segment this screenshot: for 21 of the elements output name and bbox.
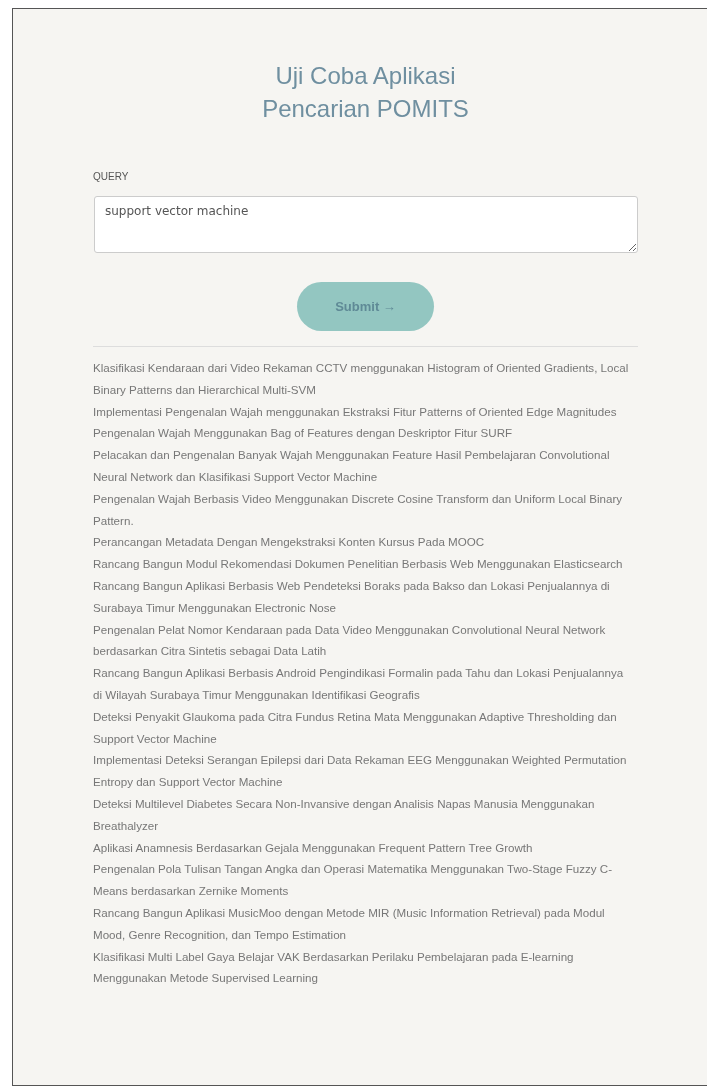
query-field[interactable]: support vector machine — [94, 196, 638, 253]
result-title[interactable]: Aplikasi Anamnesis Berdasarkan Gejala Menggunakan Frequent Pattern Tree Growth — [93, 836, 633, 859]
result-title[interactable]: Pengenalan Pelat Nomor Kendaraan pada Data Video Menggunakan Convolutional Neural Network berdasarkan Citra Sintetis sebagai Data Latih — [93, 618, 633, 663]
result-title[interactable]: Pelacakan dan Pengenalan Banyak Wajah Menggunakan Feature Hasil Pembelajaran Convolutional Neural Network dan Klasifikasi Support Vector Machine — [93, 444, 633, 488]
result-title[interactable]: Pengenalan Pola Tulisan Tangan Angka dan Operasi Matematika Menggunakan Two-Stage Fuzzy C-Means berdasarkan Zernike Moments — [93, 858, 633, 902]
query-label: QUERY — [93, 171, 129, 182]
result-title[interactable]: Implementasi Deteksi Serangan Epilepsi dari Data Rekaman EEG Menggunakan Weighted Permutation Entropy dan Support Vector Machine — [93, 749, 633, 793]
result-title[interactable]: Deteksi Multilevel Diabetes Secara Non-Invansive dengan Analisis Napas Manusia Menggunakan Breathalyzer — [93, 792, 633, 837]
result-title[interactable]: Perancangan Metadata Dengan Mengekstraksi Konten Kursus Pada MOOC — [93, 531, 633, 554]
result-title[interactable]: Pengenalan Wajah Menggunakan Bag of Features dengan Deskriptor Fitur SURF — [93, 422, 633, 445]
result-title[interactable]: Rancang Bangun Aplikasi Berbasis Web Pendeteksi Boraks pada Bakso dan Lokasi Penjualannya di Surabaya Timur Menggunakan Electronic Nose — [93, 574, 633, 619]
page-title: Pencarian POMITS — [262, 94, 469, 124]
result-title[interactable]: Rancang Bangun Aplikasi MusicMoo dengan Metode MIR (Music Information Retrieval) pada Modul Mood, Genre Recognition, dan Tempo Estimation — [93, 901, 633, 946]
result-title[interactable]: Rancang Bangun Aplikasi Berbasis Android Pengindikasi Formalin pada Tahu dan Lokasi Penjualannya di Wilayah Surabaya Timur Menggunakan Identifikasi Geografis — [93, 662, 633, 706]
result-title[interactable]: Deteksi Penyakit Glaukoma pada Citra Fundus Retina Mata Menggunakan Adaptive Thresholding dan Support Vector Machine — [93, 705, 633, 750]
page-title: Uji Coba Aplikasi — [275, 61, 456, 91]
result-title[interactable]: Klasifikasi Kendaraan dari Video Rekaman CCTV menggunakan Histogram of Oriented Gradients, Local Binary Patterns dan Hierarchical Multi-SVM — [93, 357, 633, 401]
result-title[interactable]: Implementasi Pengenalan Wajah menggunakan Ekstraksi Fitur Patterns of Oriented Edge Magnitudes — [93, 400, 633, 423]
result-title[interactable]: Pengenalan Wajah Berbasis Video Menggunakan Discrete Cosine Transform dan Uniform Local Binary Pattern. — [93, 487, 633, 532]
result-title[interactable]: Rancang Bangun Modul Rekomendasi Dokumen Penelitian Berbasis Web Menggunakan Elasticsearch — [93, 553, 633, 575]
result-title[interactable]: Klasifikasi Multi Label Gaya Belajar VAK Berdasarkan Perilaku Pembelajaran pada E-learning Menggunakan Metode Supervised Learning — [93, 945, 633, 990]
